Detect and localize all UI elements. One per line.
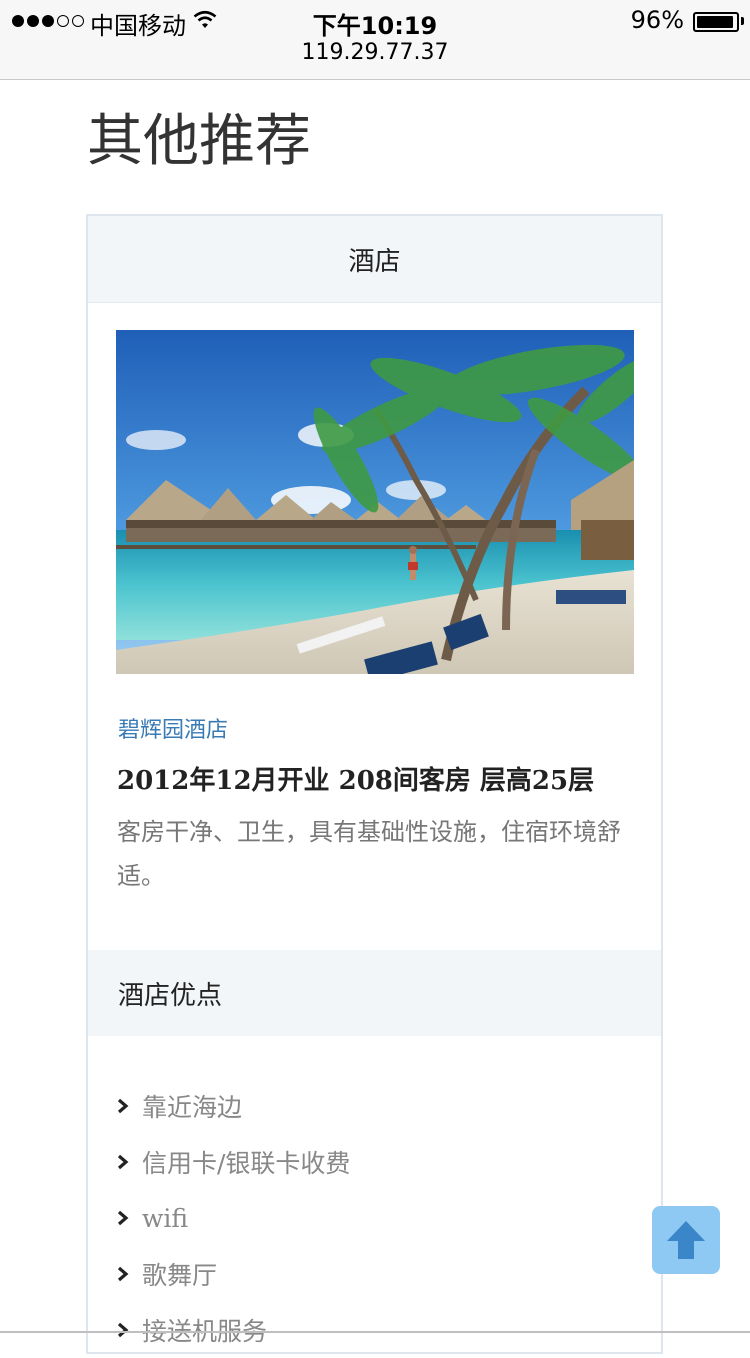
- arrow-up-icon: [667, 1221, 705, 1259]
- advantage-label: 信用卡/银联卡收费: [142, 1149, 351, 1178]
- status-bar: 中国移动 下午10:19 96% 119.29.77.37: [0, 0, 750, 80]
- advantages-heading: 酒店优点: [88, 950, 661, 1036]
- battery-percent: 96%: [630, 6, 684, 34]
- chevron-right-icon: [117, 1154, 129, 1170]
- panel-heading-label: 酒店: [348, 246, 401, 277]
- list-item: 信用卡/银联卡收费: [116, 1134, 350, 1190]
- chevron-right-icon: [117, 1322, 129, 1338]
- hotel-photo[interactable]: [116, 330, 634, 674]
- hotel-meta: 2012年12月开业 208间客房 层高25层: [117, 766, 595, 796]
- list-item: wifi: [116, 1190, 350, 1246]
- advantage-label: wifi: [142, 1203, 189, 1233]
- hotel-name-link[interactable]: 碧辉园酒店: [118, 712, 228, 744]
- panel-heading: 酒店: [88, 216, 661, 303]
- chevron-right-icon: [117, 1266, 129, 1282]
- list-item: 歌舞厅: [116, 1246, 350, 1302]
- list-item: 靠近海边: [116, 1078, 350, 1134]
- address-url[interactable]: 119.29.77.37: [0, 40, 750, 65]
- advantages-heading-label: 酒店优点: [118, 980, 223, 1011]
- hotel-panel: 酒店 碧辉园酒店 2012年12月开业 208间客房 层高25层 客房干净、卫生…: [86, 214, 663, 1354]
- page-title: 其他推荐: [87, 109, 311, 174]
- hotel-description: 客房干净、卫生，具有基础性设施，住宿环境舒适。: [117, 818, 621, 890]
- divider: [0, 1331, 750, 1333]
- advantage-label: 歌舞厅: [142, 1261, 218, 1290]
- advantage-label: 靠近海边: [142, 1093, 243, 1122]
- beach-hotel-photo: [116, 330, 634, 674]
- advantages-list: 靠近海边 信用卡/银联卡收费 wifi 歌舞厅 接送机服务: [116, 1078, 350, 1358]
- advantage-label: 接送机服务: [142, 1317, 268, 1346]
- chevron-right-icon: [117, 1098, 129, 1114]
- list-item: 接送机服务: [116, 1302, 350, 1358]
- battery-icon: [693, 12, 739, 32]
- back-to-top-button[interactable]: [652, 1206, 720, 1274]
- chevron-right-icon: [117, 1210, 129, 1226]
